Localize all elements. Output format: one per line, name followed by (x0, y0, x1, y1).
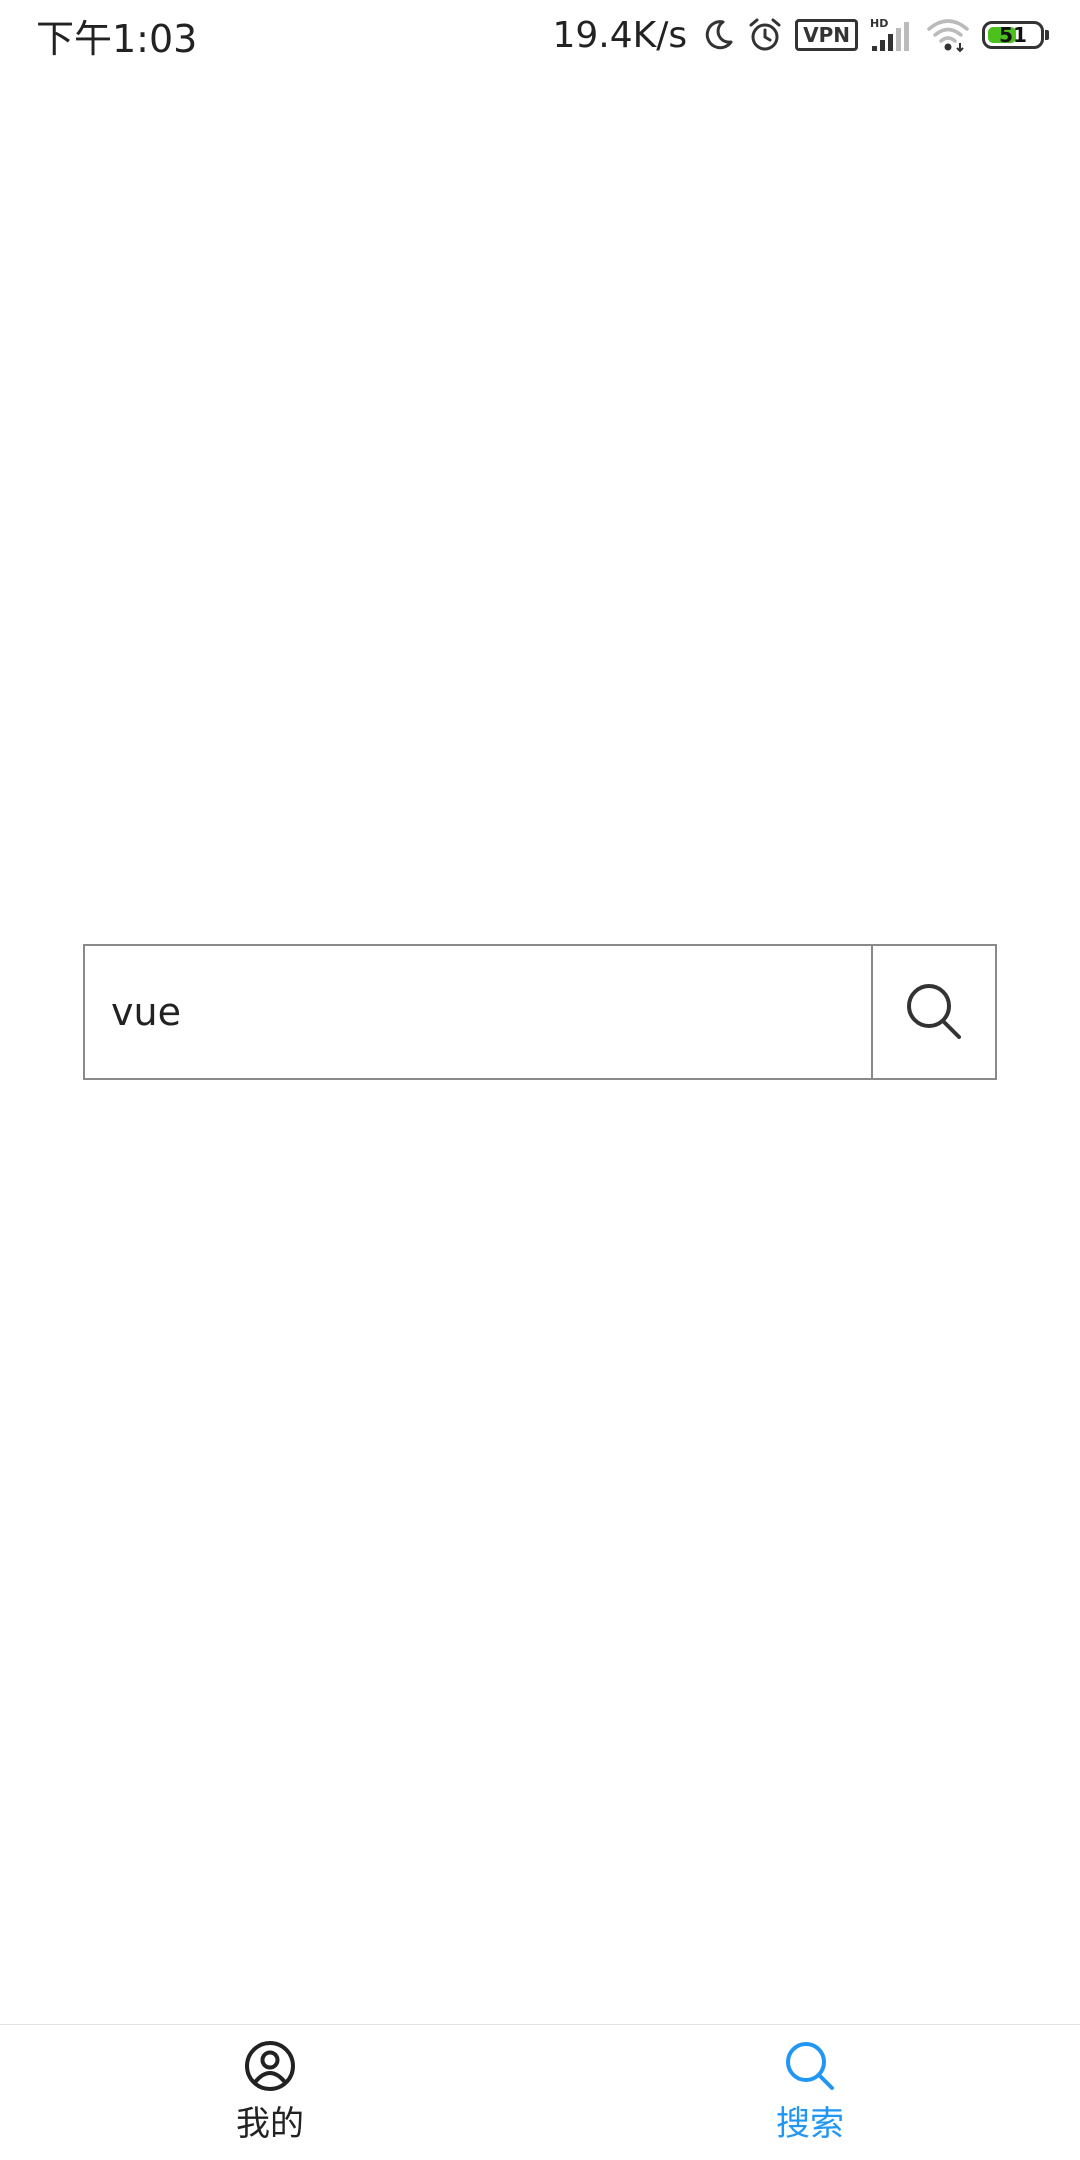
tab-mine[interactable]: 我的 (0, 2025, 540, 2160)
app-screen: 下午1:03 19.4K/s VPN HD 51 vue 我的 搜索 (0, 0, 1080, 2160)
search-icon (902, 979, 966, 1046)
search-box (83, 944, 997, 1080)
network-speed: 19.4K/s (552, 14, 688, 56)
status-time: 下午1:03 (36, 16, 198, 61)
wifi-icon (926, 17, 970, 53)
status-bar: 下午1:03 19.4K/s VPN HD 51 (0, 0, 1080, 70)
tab-mine-label: 我的 (236, 2104, 304, 2144)
battery-level: 51 (999, 23, 1027, 47)
bottom-tab-bar: 我的 搜索 (0, 2024, 1080, 2160)
tab-search-label: 搜索 (776, 2104, 844, 2144)
user-circle-icon (244, 2040, 296, 2096)
svg-text:HD: HD (870, 17, 888, 30)
vpn-icon: VPN (795, 19, 858, 51)
signal-icon: HD (870, 17, 914, 53)
alarm-icon (747, 17, 783, 53)
search-button[interactable] (871, 946, 995, 1078)
tab-search[interactable]: 搜索 (540, 2025, 1080, 2160)
battery-icon: 51 (982, 21, 1049, 49)
search-icon (784, 2040, 836, 2096)
moon-icon (701, 18, 735, 52)
search-input[interactable] (85, 946, 871, 1078)
